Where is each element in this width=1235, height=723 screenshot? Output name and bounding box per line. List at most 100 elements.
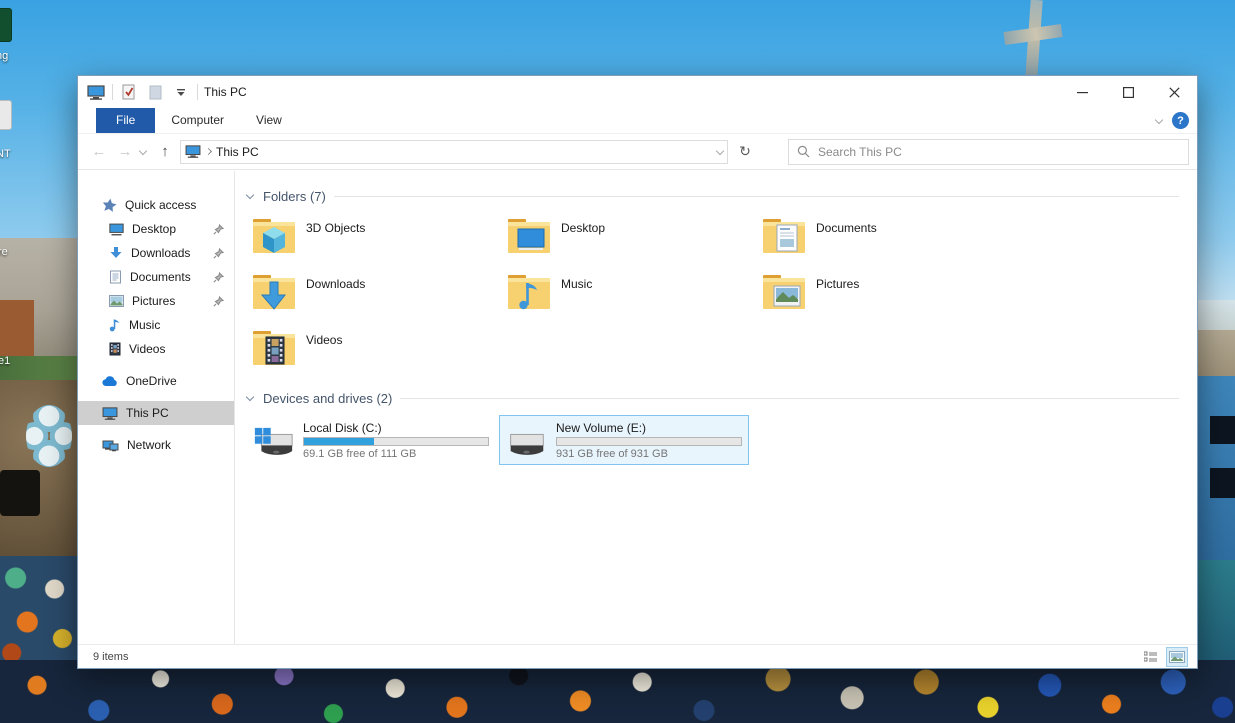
sidebar-item-music[interactable]: Music bbox=[78, 313, 234, 337]
mosaic-bottom-strip bbox=[0, 660, 1235, 723]
refresh-button[interactable]: ↻ bbox=[732, 140, 758, 164]
tab-file[interactable]: File bbox=[96, 108, 155, 133]
drive-name: Local Disk (C:) bbox=[303, 421, 489, 435]
sidebar-item-downloads[interactable]: Downloads bbox=[78, 241, 234, 265]
folder-desktop-icon bbox=[506, 215, 552, 257]
drive-name: New Volume (E:) bbox=[556, 421, 742, 435]
desktop-icon bbox=[109, 223, 124, 236]
pin-icon bbox=[213, 248, 224, 259]
folder-music-icon bbox=[506, 271, 552, 313]
tab-view[interactable]: View bbox=[240, 108, 298, 133]
collapse-group-icon[interactable] bbox=[246, 191, 254, 199]
desktop-shortcut-1[interactable]: ng bbox=[0, 8, 12, 62]
quick-access-toolbar bbox=[78, 83, 198, 101]
back-button[interactable]: ← bbox=[88, 143, 110, 160]
search-input[interactable] bbox=[818, 145, 1180, 159]
desktop-shortcut-3[interactable]: re bbox=[0, 246, 8, 258]
downloads-icon bbox=[109, 246, 123, 260]
sidebar-item-label: Pictures bbox=[132, 294, 175, 308]
search-box[interactable] bbox=[788, 139, 1189, 165]
folder-name: Videos bbox=[306, 327, 342, 383]
properties-button[interactable] bbox=[119, 83, 139, 101]
sidebar-item-this-pc[interactable]: This PC bbox=[78, 401, 234, 425]
sidebar-item-desktop[interactable]: Desktop bbox=[78, 217, 234, 241]
details-view-button[interactable] bbox=[1141, 648, 1161, 666]
ribbon-tab-bar: File Computer View ? bbox=[78, 108, 1197, 134]
folder-tile-desktop[interactable]: Desktop bbox=[506, 215, 761, 271]
drives-grid: Local Disk (C:) 69.1 GB free of 111 GB N… bbox=[246, 411, 1179, 465]
sidebar-item-quick-access[interactable]: Quick access bbox=[78, 193, 234, 217]
address-bar[interactable]: This PC bbox=[180, 140, 728, 164]
folder-name: Documents bbox=[816, 215, 877, 271]
videos-icon bbox=[109, 342, 121, 356]
sidebar-item-pictures[interactable]: Pictures bbox=[78, 289, 234, 313]
sidebar-item-label: Music bbox=[129, 318, 160, 332]
sidebar-item-documents[interactable]: Documents bbox=[78, 265, 234, 289]
capacity-bar bbox=[556, 437, 742, 446]
maximize-button[interactable] bbox=[1105, 76, 1151, 108]
folders-grid: 3D Objects Desktop Documents bbox=[251, 209, 1021, 383]
navigation-pane: Quick access Desktop Downloads Documents… bbox=[78, 171, 235, 644]
sidebar-item-label: Documents bbox=[130, 270, 191, 284]
minimize-button[interactable] bbox=[1059, 76, 1105, 108]
folder-pictures-icon bbox=[761, 271, 807, 313]
this-pc-icon bbox=[86, 83, 106, 101]
window-title: This PC bbox=[204, 85, 247, 99]
onedrive-cloud-icon bbox=[102, 376, 118, 387]
large-icons-view-button[interactable] bbox=[1167, 648, 1187, 666]
expand-ribbon-icon[interactable] bbox=[1155, 115, 1163, 123]
address-dropdown-icon[interactable] bbox=[716, 146, 724, 154]
breadcrumb-chevron-icon bbox=[205, 148, 212, 155]
close-button[interactable] bbox=[1151, 76, 1197, 108]
customize-qat-button[interactable] bbox=[171, 83, 191, 101]
sidebar-item-network[interactable]: Network bbox=[78, 433, 234, 457]
cityscape-right bbox=[1196, 330, 1235, 380]
desktop-shortcut-label: re bbox=[0, 246, 8, 258]
stone-cross-statue bbox=[1002, 0, 1062, 78]
desktop-shortcut-4[interactable]: e1 bbox=[0, 355, 10, 367]
navigation-bar: ← → ↑ This PC ↻ bbox=[78, 134, 1197, 170]
collapse-group-icon[interactable] bbox=[246, 393, 254, 401]
folder-tile-pictures[interactable]: Pictures bbox=[761, 271, 1016, 327]
folder-tile-music[interactable]: Music bbox=[506, 271, 761, 327]
drive-tile-new-volume-e[interactable]: New Volume (E:) 931 GB free of 931 GB bbox=[499, 415, 749, 465]
folder-name: Pictures bbox=[816, 271, 859, 327]
folder-tile-videos[interactable]: Videos bbox=[251, 327, 506, 383]
titlebar[interactable]: This PC bbox=[78, 76, 1197, 108]
folder-3d-objects-icon bbox=[251, 215, 297, 257]
up-button[interactable]: ↑ bbox=[154, 143, 176, 160]
folder-downloads-icon bbox=[251, 271, 297, 313]
capacity-bar bbox=[303, 437, 489, 446]
file-explorer-window: This PC File Computer View ? ← → ↑ This … bbox=[77, 75, 1198, 669]
tab-computer[interactable]: Computer bbox=[155, 108, 240, 133]
sidebar-item-label: OneDrive bbox=[126, 374, 177, 388]
sidebar-item-videos[interactable]: Videos bbox=[78, 337, 234, 361]
drives-group-header[interactable]: Devices and drives (2) bbox=[243, 387, 1179, 409]
help-button[interactable]: ? bbox=[1172, 112, 1189, 129]
sidebar-item-onedrive[interactable]: OneDrive bbox=[78, 369, 234, 393]
desktop-shortcut-2[interactable]: NT bbox=[0, 100, 12, 160]
network-icon bbox=[102, 439, 119, 452]
desktop-shortcut-label: NT bbox=[0, 148, 12, 160]
music-icon bbox=[109, 318, 121, 332]
folder-tile-downloads[interactable]: Downloads bbox=[251, 271, 506, 327]
folder-name: Music bbox=[561, 271, 592, 327]
folder-tile-3d-objects[interactable]: 3D Objects bbox=[251, 215, 506, 271]
folder-name: Desktop bbox=[561, 215, 605, 271]
group-title: Devices and drives (2) bbox=[263, 391, 392, 406]
cityscape-left bbox=[0, 238, 78, 368]
forward-button[interactable]: → bbox=[114, 143, 136, 160]
sidebar-item-label: Quick access bbox=[125, 198, 196, 212]
breadcrumb[interactable]: This PC bbox=[216, 145, 259, 159]
drive-capacity-text: 69.1 GB free of 111 GB bbox=[303, 448, 489, 460]
local-disk-icon bbox=[253, 420, 294, 460]
drive-tile-local-disk-c[interactable]: Local Disk (C:) 69.1 GB free of 111 GB bbox=[246, 415, 496, 465]
folder-tile-documents[interactable]: Documents bbox=[761, 215, 1016, 271]
quick-access-star-icon bbox=[102, 198, 117, 212]
sidebar-item-label: Downloads bbox=[131, 246, 190, 260]
recent-locations-icon[interactable] bbox=[139, 146, 147, 154]
new-folder-button[interactable] bbox=[145, 83, 165, 101]
mosaic-left-strip bbox=[0, 556, 78, 666]
sidebar-item-label: Desktop bbox=[132, 222, 176, 236]
folders-group-header[interactable]: Folders (7) bbox=[243, 185, 1179, 207]
